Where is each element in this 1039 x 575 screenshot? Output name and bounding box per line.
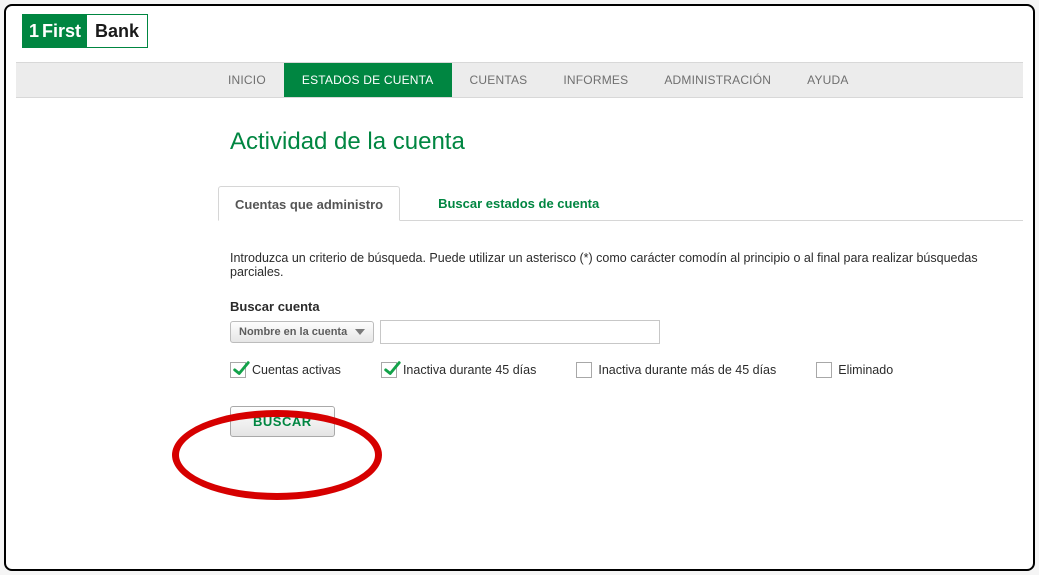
nav-estados-de-cuenta[interactable]: ESTADOS DE CUENTA bbox=[284, 63, 452, 97]
filter-inactiva-45[interactable]: Inactiva durante 45 días bbox=[381, 362, 536, 378]
tab-buscar-estados[interactable]: Buscar estados de cuenta bbox=[422, 186, 615, 220]
nav-inicio[interactable]: INICIO bbox=[210, 63, 284, 97]
filter-label: Cuentas activas bbox=[252, 363, 341, 377]
search-button[interactable]: BUSCAR bbox=[230, 406, 335, 437]
chevron-down-icon bbox=[355, 329, 365, 335]
filter-label: Inactiva durante 45 días bbox=[403, 363, 536, 377]
filter-label: Eliminado bbox=[838, 363, 893, 377]
checkbox-cuentas-activas[interactable] bbox=[230, 362, 246, 378]
dropdown-selected-label: Nombre en la cuenta bbox=[239, 326, 347, 338]
check-icon bbox=[383, 359, 401, 379]
nav-administracion[interactable]: ADMINISTRACIÓN bbox=[646, 63, 789, 97]
filter-cuentas-activas[interactable]: Cuentas activas bbox=[230, 362, 341, 378]
search-section-label: Buscar cuenta bbox=[230, 299, 1023, 314]
checkbox-inactiva-mas-45[interactable] bbox=[576, 362, 592, 378]
page-title: Actividad de la cuenta bbox=[230, 128, 1023, 156]
brand-logo: 1 First Bank bbox=[22, 14, 148, 48]
logo-green-segment: 1 First bbox=[23, 15, 87, 47]
app-window: 1 First Bank INICIO ESTADOS DE CUENTA CU… bbox=[4, 4, 1035, 571]
nav-cuentas[interactable]: CUENTAS bbox=[452, 63, 546, 97]
main-content: Actividad de la cuenta Cuentas que admin… bbox=[16, 98, 1023, 437]
filter-inactiva-mas-45[interactable]: Inactiva durante más de 45 días bbox=[576, 362, 776, 378]
nav-ayuda[interactable]: AYUDA bbox=[789, 63, 866, 97]
logo-first: First bbox=[42, 21, 81, 42]
filter-row: Cuentas activas Inactiva durante 45 días… bbox=[230, 362, 1023, 378]
search-row: Nombre en la cuenta bbox=[230, 320, 1023, 344]
filter-eliminado[interactable]: Eliminado bbox=[816, 362, 893, 378]
nav-informes[interactable]: INFORMES bbox=[545, 63, 646, 97]
tabs-row: Cuentas que administro Buscar estados de… bbox=[218, 186, 1023, 221]
search-input[interactable] bbox=[380, 320, 660, 344]
logo-bank-segment: Bank bbox=[87, 15, 147, 47]
logo-digit: 1 bbox=[29, 21, 39, 42]
intro-text: Introduzca un criterio de búsqueda. Pued… bbox=[230, 251, 1023, 279]
filter-label: Inactiva durante más de 45 días bbox=[598, 363, 776, 377]
main-nav: INICIO ESTADOS DE CUENTA CUENTAS INFORME… bbox=[16, 62, 1023, 98]
tab-cuentas-administro[interactable]: Cuentas que administro bbox=[218, 186, 400, 221]
checkbox-inactiva-45[interactable] bbox=[381, 362, 397, 378]
search-criterion-dropdown[interactable]: Nombre en la cuenta bbox=[230, 321, 374, 343]
nav-left-spacer bbox=[16, 63, 210, 97]
checkbox-eliminado[interactable] bbox=[816, 362, 832, 378]
check-icon bbox=[232, 359, 250, 379]
